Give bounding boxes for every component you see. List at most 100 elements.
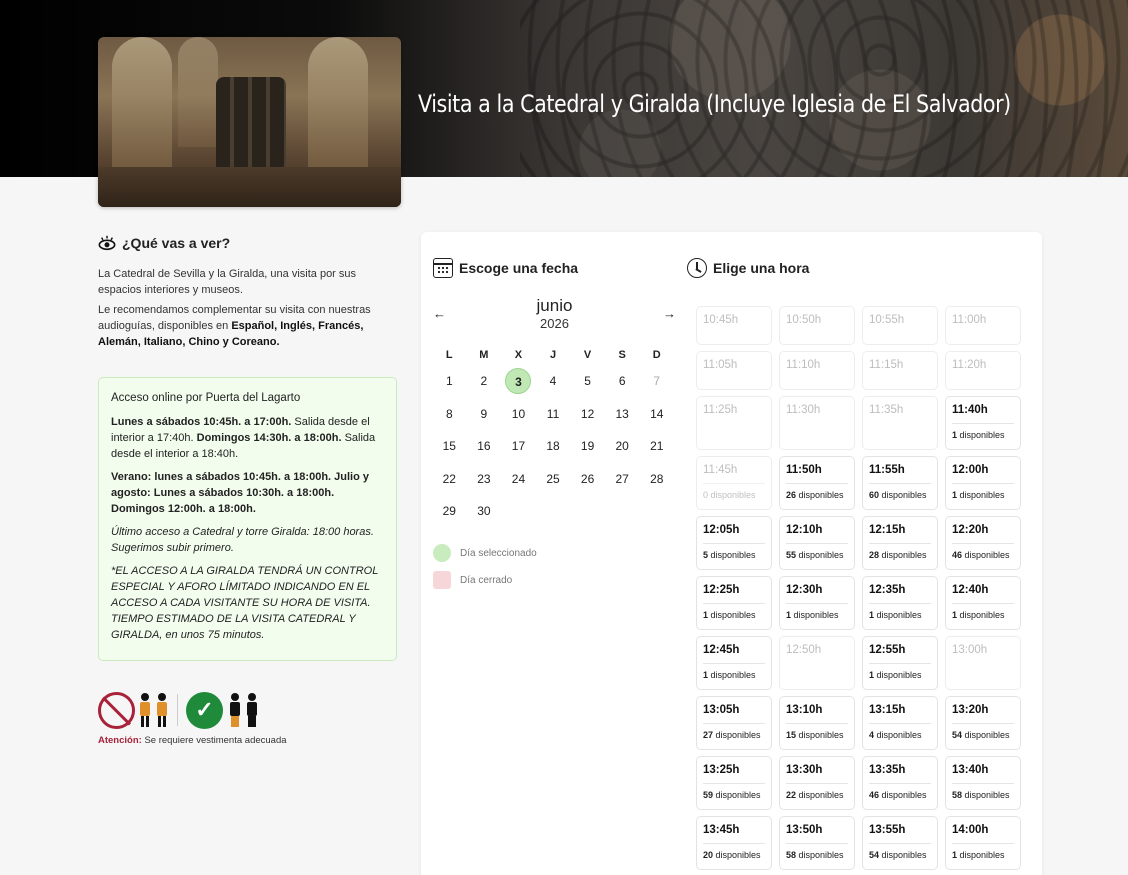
calendar-day[interactable]: 10 (501, 407, 536, 421)
calendar-day[interactable]: 29 (432, 504, 467, 518)
availability-number: 46 (952, 550, 963, 560)
calendar-day[interactable]: 13 (605, 407, 640, 421)
time-slot-row: 13:25h 59 disponibles 13:30h 22 disponibles… (696, 756, 1022, 810)
calendar-day[interactable]: 4 (536, 374, 571, 388)
time-slot-time: 11:20h (952, 359, 987, 371)
calendar-day[interactable]: 2 (467, 374, 502, 388)
time-slot[interactable]: 12:15h 28 disponibles (862, 516, 938, 570)
availability-number: 26 (786, 490, 797, 500)
calendar-day[interactable]: 21 (639, 439, 674, 453)
time-slot-unavailable: 13:00h (945, 636, 1021, 690)
availability-unit: disponibles (957, 430, 1005, 440)
calendar-day[interactable]: 30 (467, 504, 502, 518)
availability-count: 1 disponibles (952, 490, 1005, 500)
calendar-day[interactable]: 22 (432, 472, 467, 486)
time-slot[interactable]: 12:30h 1 disponibles (779, 576, 855, 630)
time-slot[interactable]: 12:00h 1 disponibles (945, 456, 1021, 510)
calendar-day[interactable]: 17 (501, 439, 536, 453)
calendar-day[interactable]: 25 (536, 472, 571, 486)
calendar-day-selected[interactable]: 3 (501, 368, 536, 395)
calendar-day-number: 21 (650, 439, 664, 454)
time-slot[interactable]: 13:20h 54 disponibles (945, 696, 1021, 750)
time-slots-grid: 10:45h 10:50h 10:55h 11:00h 11:05h 11:10h 11:1… (696, 306, 1022, 875)
calendar-day-number: 12 (580, 406, 595, 421)
time-slot-time: 11:15h (869, 359, 904, 371)
time-slot[interactable]: 13:50h 58 disponibles (779, 816, 855, 870)
time-slot[interactable]: 13:05h 27 disponibles (696, 696, 772, 750)
time-slot[interactable]: 12:25h 1 disponibles (696, 576, 772, 630)
calendar-day[interactable]: 24 (501, 472, 536, 486)
availability-unit: disponibles (708, 610, 756, 620)
calendar-day[interactable]: 14 (639, 407, 674, 421)
description-text: La Catedral de Sevilla y la Giralda, una… (98, 268, 357, 296)
time-slot-time: 13:50h (786, 824, 823, 836)
availability-unit: disponibles (796, 730, 844, 740)
calendar-day[interactable]: 16 (467, 439, 502, 453)
calendar-day[interactable]: 1 (432, 374, 467, 388)
time-slot[interactable]: 12:55h 1 disponibles (862, 636, 938, 690)
time-slot-time: 13:25h (703, 764, 740, 776)
time-slot[interactable]: 13:10h 15 disponibles (779, 696, 855, 750)
time-slot-divider (703, 603, 765, 604)
calendar-day-number: 3 (505, 368, 532, 395)
calendar-day[interactable]: 26 (570, 472, 605, 486)
time-slot[interactable]: 12:35h 1 disponibles (862, 576, 938, 630)
time-slot-unavailable: 10:50h (779, 306, 855, 345)
calendar-day-number: 6 (618, 374, 626, 389)
calendar-day[interactable]: 18 (536, 439, 571, 453)
time-slot[interactable]: 13:15h 4 disponibles (862, 696, 938, 750)
time-slot-divider (869, 783, 931, 784)
calendar-day[interactable]: 12 (570, 407, 605, 421)
availability-count: 46 disponibles (869, 790, 927, 800)
time-slot[interactable]: 12:40h 1 disponibles (945, 576, 1021, 630)
calendar-day[interactable]: 5 (570, 374, 605, 388)
availability-count: 1 disponibles (703, 670, 756, 680)
calendar-day[interactable]: 19 (570, 439, 605, 453)
time-slot-time: 11:40h (952, 404, 988, 416)
calendar-day-number: 16 (477, 439, 491, 454)
availability-count: 58 disponibles (786, 850, 844, 860)
calendar-day-number: 13 (615, 406, 629, 421)
calendar-day-number: 27 (615, 471, 629, 486)
weekday-hours: Lunes a sábados 10:45h. a 17:00h. (111, 416, 292, 428)
time-slot[interactable]: 12:05h 5 disponibles (696, 516, 772, 570)
calendar-day[interactable]: 8 (432, 407, 467, 421)
availability-number: 22 (786, 790, 797, 800)
calendar-day[interactable]: 6 (605, 374, 640, 388)
time-slot-time: 13:10h (786, 704, 823, 716)
time-slot-time: 13:55h (869, 824, 906, 836)
time-slot[interactable]: 13:35h 46 disponibles (862, 756, 938, 810)
time-slot[interactable]: 13:30h 22 disponibles (779, 756, 855, 810)
time-slot[interactable]: 13:45h 20 disponibles (696, 816, 772, 870)
time-slot-row: 10:45h 10:50h 10:55h 11:00h (696, 306, 1022, 345)
availability-count: 60 disponibles (869, 490, 927, 500)
time-slot-time: 11:00h (952, 314, 987, 326)
calendar-day[interactable]: 15 (432, 439, 467, 453)
time-slot[interactable]: 13:55h 54 disponibles (862, 816, 938, 870)
calendar-day[interactable]: 9 (467, 407, 502, 421)
time-slot[interactable]: 11:55h 60 disponibles (862, 456, 938, 510)
time-slot[interactable]: 14:00h 1 disponibles (945, 816, 1021, 870)
time-slot-divider (703, 663, 765, 664)
time-slot[interactable]: 13:25h 59 disponibles (696, 756, 772, 810)
time-slot-divider (869, 723, 931, 724)
availability-unit: disponibles (957, 610, 1005, 620)
calendar-day[interactable]: 11 (536, 407, 571, 421)
time-slot[interactable]: 11:40h 1 disponibles (945, 396, 1021, 450)
time-slot[interactable]: 11:50h 26 disponibles (779, 456, 855, 510)
time-slot[interactable]: 12:10h 55 disponibles (779, 516, 855, 570)
calendar-day[interactable]: 20 (605, 439, 640, 453)
calendar-day-number: 23 (477, 471, 491, 486)
calendar-week: 22 23 24 25 26 27 28 (432, 463, 674, 496)
sunday-hours: Domingos 14:30h. a 18:00h. (196, 432, 342, 444)
time-slot[interactable]: 12:45h 1 disponibles (696, 636, 772, 690)
next-month-button[interactable]: → (663, 306, 676, 321)
time-slot-divider (703, 783, 765, 784)
time-slot[interactable]: 12:20h 46 disponibles (945, 516, 1021, 570)
availability-unit: disponibles (874, 610, 922, 620)
calendar-day[interactable]: 23 (467, 472, 502, 486)
calendar-day[interactable]: 28 (639, 472, 674, 486)
calendar-day-number: 5 (584, 374, 591, 389)
calendar-day[interactable]: 27 (605, 472, 640, 486)
time-slot[interactable]: 13:40h 58 disponibles (945, 756, 1021, 810)
